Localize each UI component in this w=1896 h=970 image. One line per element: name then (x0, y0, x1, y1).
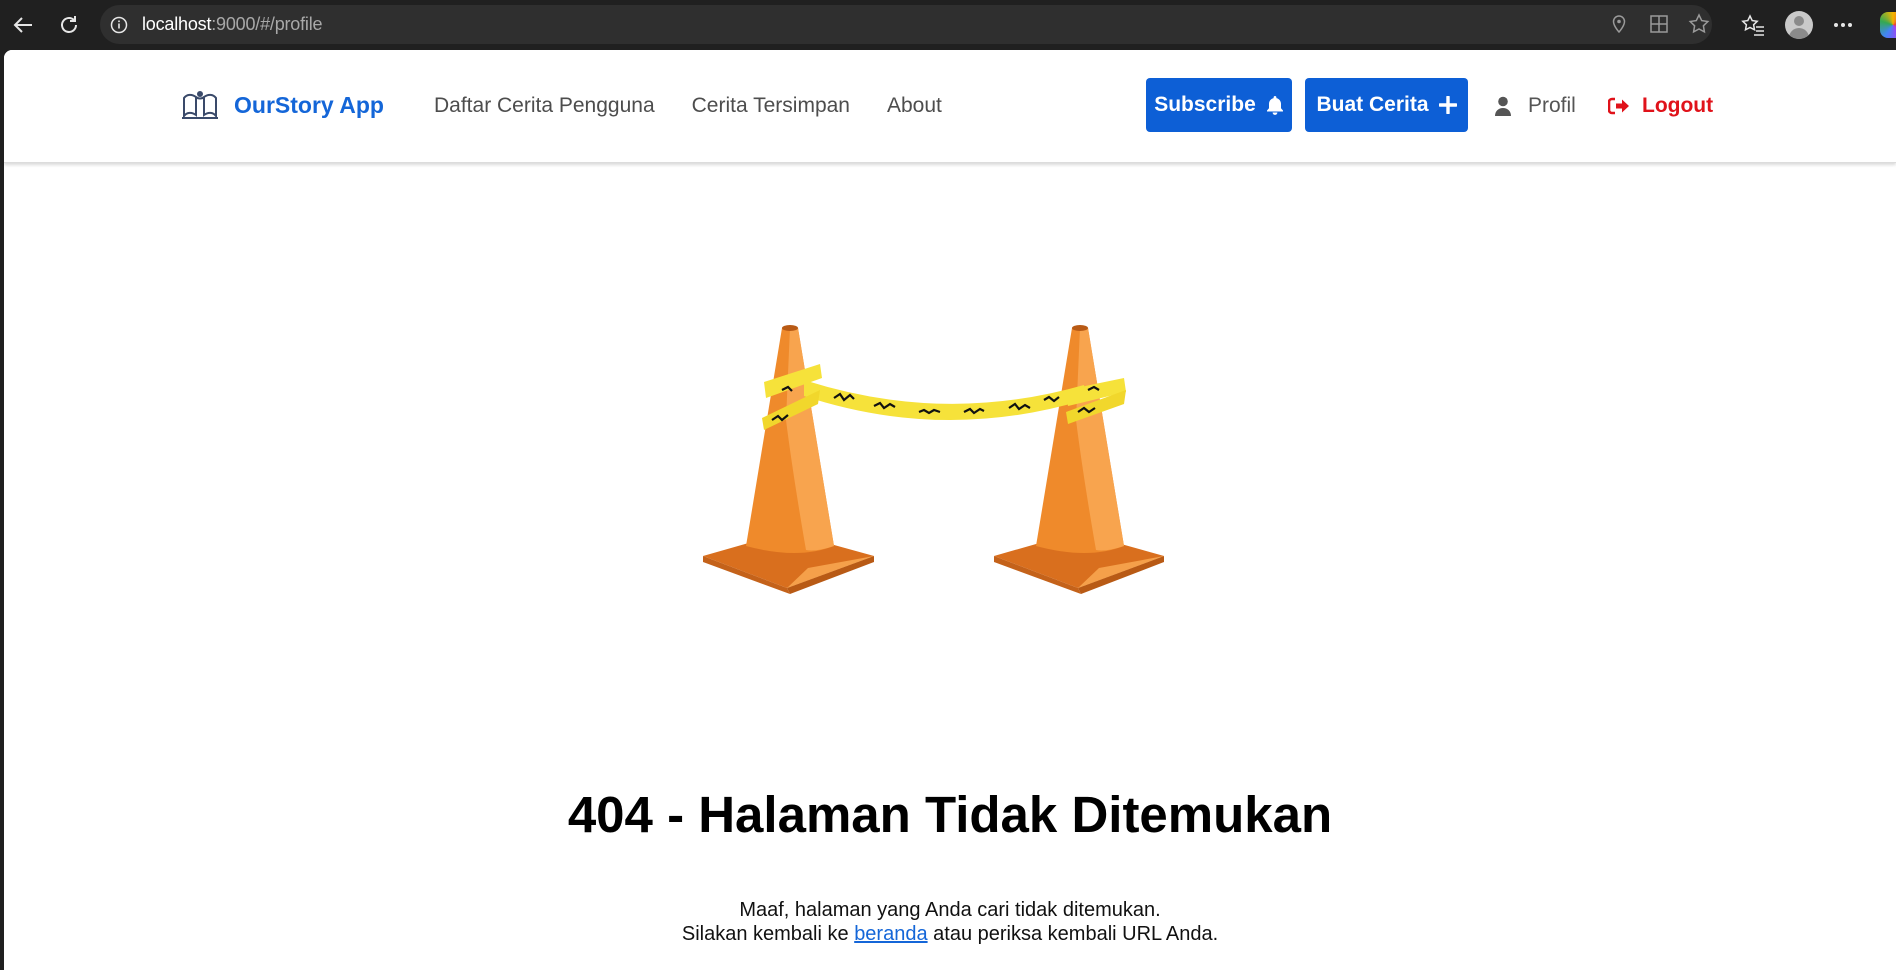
plus-icon (1438, 96, 1457, 114)
error-line-2: Silakan kembali ke beranda atau periksa … (4, 922, 1896, 946)
copilot-icon[interactable] (1880, 12, 1896, 38)
profile-label: Profil (1528, 94, 1576, 117)
brand-name: OurStory App (234, 91, 384, 118)
profile-avatar-button[interactable] (1784, 10, 1814, 40)
main-nav: Daftar Cerita Pengguna Cerita Tersimpan … (434, 94, 979, 118)
apps-icon[interactable] (1648, 13, 1670, 35)
location-icon[interactable] (1608, 13, 1630, 35)
app-header: OurStory App Daftar Cerita Pengguna Ceri… (4, 50, 1896, 163)
create-story-button[interactable]: Buat Cerita (1305, 78, 1468, 132)
bell-icon (1266, 95, 1284, 115)
error-line-1: Maaf, halaman yang Anda cari tidak ditem… (739, 899, 1161, 921)
star-icon[interactable] (1688, 13, 1710, 35)
left-cone (703, 325, 874, 594)
address-bar[interactable]: localhost:9000/#/profile (100, 5, 1712, 44)
more-icon (1834, 23, 1852, 27)
more-button[interactable] (1828, 10, 1858, 40)
nav-daftar-cerita[interactable]: Daftar Cerita Pengguna (434, 94, 655, 118)
browser-toolbar: localhost:9000/#/profile (0, 0, 1896, 50)
nav-cerita-tersimpan[interactable]: Cerita Tersimpan (692, 94, 850, 118)
url-host: localhost (142, 14, 212, 34)
logout-link[interactable]: Logout (1608, 94, 1713, 118)
error-message: Maaf, halaman yang Anda cari tidak ditem… (4, 898, 1896, 946)
user-icon (1494, 96, 1512, 117)
url-path: :9000/#/profile (211, 14, 323, 34)
brand-logo-icon (182, 91, 218, 119)
subscribe-button[interactable]: Subscribe (1146, 78, 1292, 132)
error-title: 404 - Halaman Tidak Ditemukan (567, 786, 1333, 843)
brand[interactable]: OurStory App (180, 88, 384, 122)
nav-about[interactable]: About (887, 94, 942, 118)
favorites-button[interactable] (1738, 10, 1768, 40)
error-line-2-after: atau periksa kembali URL Anda. (927, 923, 1219, 945)
back-button[interactable] (8, 10, 38, 40)
traffic-cones-illustration (703, 325, 1164, 594)
right-cone (994, 325, 1164, 594)
subscribe-label: Subscribe (1154, 93, 1256, 116)
profile-avatar-icon (1785, 11, 1813, 39)
reload-icon (61, 16, 77, 33)
reload-button[interactable] (54, 10, 84, 40)
favorites-icon (1741, 14, 1764, 36)
info-icon[interactable] (110, 16, 128, 34)
back-icon (13, 17, 32, 33)
home-link[interactable]: beranda (854, 923, 927, 945)
logout-icon (1608, 97, 1630, 115)
url-text: localhost:9000/#/profile (142, 14, 323, 35)
profile-link[interactable]: Profil (1494, 94, 1576, 118)
error-line-2-before: Silakan kembali ke (681, 923, 855, 945)
create-story-label: Buat Cerita (1316, 93, 1429, 116)
web-page: OurStory App Daftar Cerita Pengguna Ceri… (4, 50, 1896, 970)
logout-label: Logout (1642, 94, 1714, 117)
